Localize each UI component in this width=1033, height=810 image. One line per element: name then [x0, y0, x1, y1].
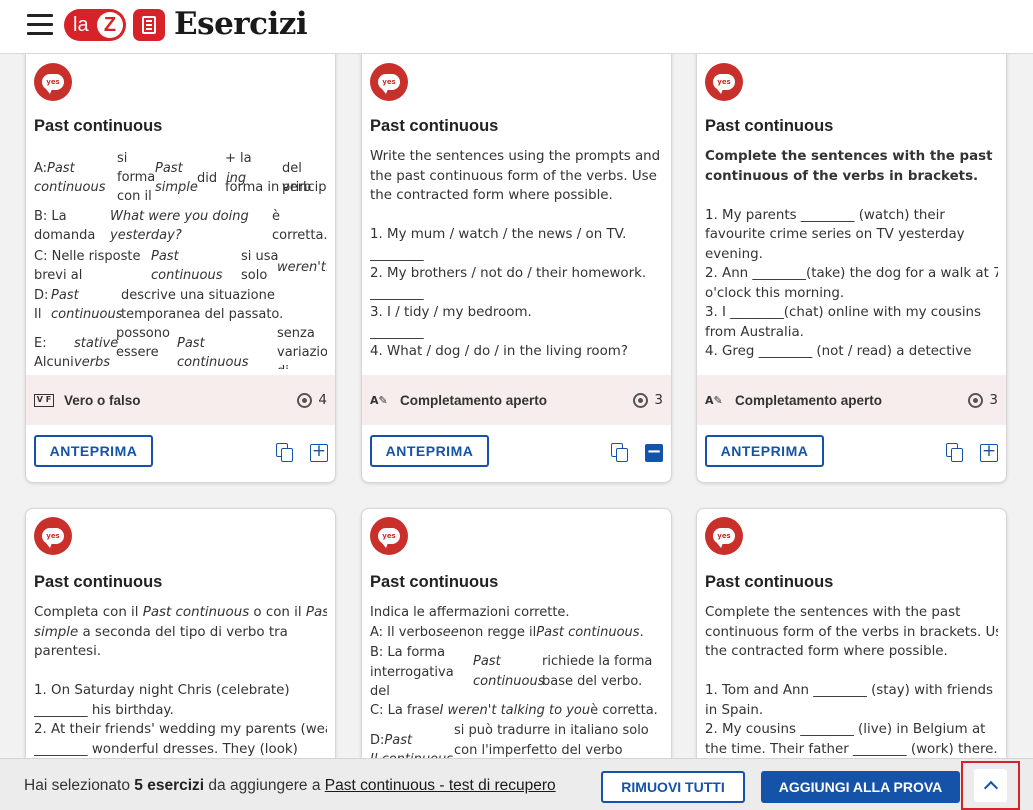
preview-button[interactable]: ANTEPRIMA	[705, 435, 824, 467]
open-completion-icon: A✎	[370, 393, 388, 407]
selection-summary: Hai selezionato 5 esercizi da aggiungere…	[24, 777, 556, 794]
exercise-type-bar: V F Vero o falso 4	[26, 375, 335, 425]
card-title: Past continuous	[705, 573, 834, 591]
card-title: Past continuous	[705, 117, 834, 135]
exercise-type-label: Completamento aperto	[400, 392, 548, 408]
selected-count: 5 esercizi	[134, 777, 205, 794]
card-title: Past continuous	[370, 117, 499, 135]
card-description: Completa con il Past continuous o con il…	[34, 605, 327, 757]
exercise-card: yes Past continuous Complete the sentenc…	[696, 508, 1007, 768]
add-icon[interactable]: +	[310, 443, 328, 462]
page-title: Esercizi	[174, 6, 308, 42]
test-link[interactable]: Past continuous - test di recupero	[325, 777, 556, 794]
exercise-card: yes Past continuous A: Past continuous s…	[25, 40, 336, 483]
menu-icon[interactable]	[27, 14, 53, 36]
exercise-count: 3	[989, 392, 998, 408]
card-description: Write the sentences using the prompts an…	[370, 149, 661, 359]
yes-badge-icon: yes	[705, 63, 743, 101]
copy-icon[interactable]	[946, 443, 964, 463]
yes-badge-icon: yes	[705, 517, 743, 555]
exercise-card: yes Past continuous Completa con il Past…	[25, 508, 336, 768]
remove-icon[interactable]: −	[645, 443, 663, 462]
exercise-count: 3	[654, 392, 663, 408]
preview-button[interactable]: ANTEPRIMA	[370, 435, 489, 467]
copy-icon[interactable]	[276, 443, 294, 463]
preview-button[interactable]: ANTEPRIMA	[34, 435, 153, 467]
exercise-type-label: Completamento aperto	[735, 392, 883, 408]
target-icon	[297, 392, 313, 408]
exercise-grid: yes Past continuous A: Past continuous s…	[0, 0, 1033, 810]
card-title: Past continuous	[34, 573, 163, 591]
card-description: A: Past continuous si forma con il Past …	[34, 151, 327, 369]
exercises-book-icon	[133, 9, 165, 41]
card-description: Complete the sentences with the past con…	[705, 149, 998, 359]
yes-badge-icon: yes	[34, 63, 72, 101]
add-icon[interactable]: +	[980, 443, 998, 462]
card-description: Indica le affermazioni corrette. A: Il v…	[370, 605, 658, 763]
card-title: Past continuous	[34, 117, 163, 135]
exercise-type-bar: A✎ Completamento aperto 3	[362, 375, 671, 425]
card-title: Past continuous	[370, 573, 499, 591]
selection-bar: Hai selezionato 5 esercizi da aggiungere…	[0, 758, 1033, 810]
card-description: Complete the sentences with the past con…	[705, 605, 998, 757]
yes-badge-icon: yes	[34, 517, 72, 555]
exercise-card: yes Past continuous Write the sentences …	[361, 40, 672, 483]
yes-badge-icon: yes	[370, 517, 408, 555]
exercise-type-label: Vero o falso	[64, 392, 141, 408]
exercise-type-bar: A✎ Completamento aperto 3	[697, 375, 1006, 425]
target-icon	[968, 392, 984, 408]
logo-z: Z	[97, 12, 123, 38]
exercise-card: yes Past continuous Indica le affermazio…	[361, 508, 672, 768]
scrollbar[interactable]	[1022, 54, 1033, 758]
true-false-icon: V F	[34, 393, 56, 407]
logo-text: la	[73, 13, 89, 36]
exercise-card: yes Past continuous Complete the sentenc…	[696, 40, 1007, 483]
exercise-count: 4	[318, 392, 327, 408]
yes-badge-icon: yes	[370, 63, 408, 101]
scroll-to-top-button[interactable]	[961, 761, 1020, 810]
remove-all-button[interactable]: RIMUOVI TUTTI	[601, 771, 745, 803]
chevron-up-icon	[983, 780, 998, 796]
laz-logo[interactable]: la Z	[64, 9, 126, 41]
add-to-test-button[interactable]: AGGIUNGI ALLA PROVA	[761, 771, 960, 803]
target-icon	[633, 392, 649, 408]
app-header: la Z Esercizi	[0, 0, 1033, 54]
copy-icon[interactable]	[611, 443, 629, 463]
open-completion-icon: A✎	[705, 393, 723, 407]
